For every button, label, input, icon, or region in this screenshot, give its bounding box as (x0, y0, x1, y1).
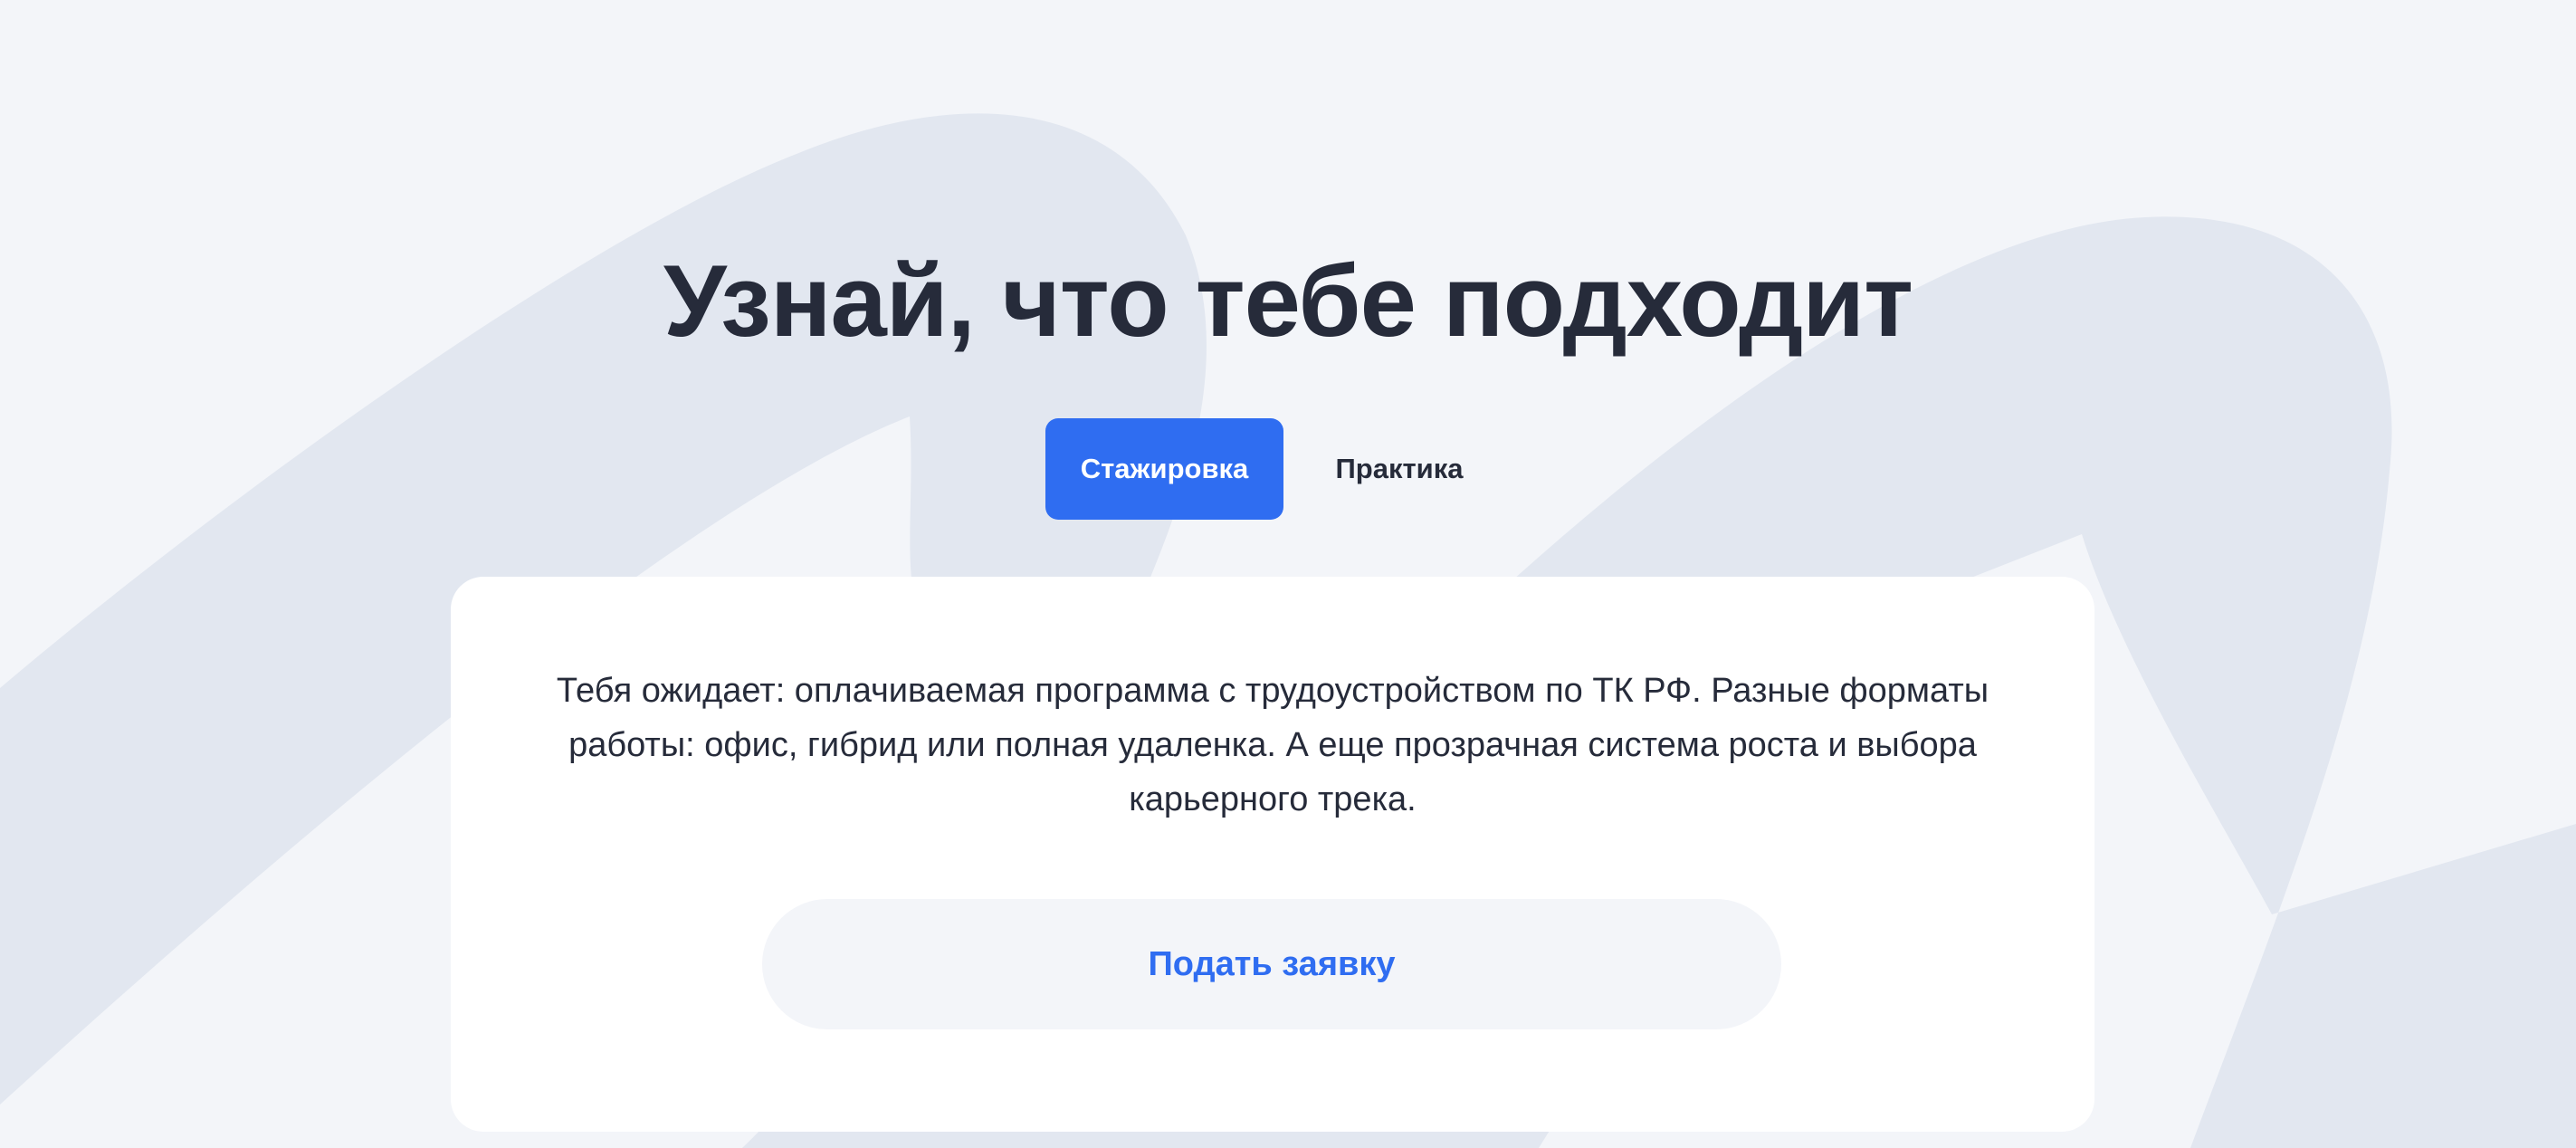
tab-practice[interactable]: Практика (1283, 418, 1515, 520)
tab-switch: Стажировка Практика (1045, 418, 1515, 520)
info-card: Тебя ожидает: оплачиваемая программа с т… (451, 577, 2094, 1132)
page-title: Узнай, что тебе подходит (663, 244, 1913, 358)
tab-internship[interactable]: Стажировка (1045, 418, 1283, 520)
card-description: Тебя ожидает: оплачиваемая программа с т… (556, 672, 1989, 818)
apply-button[interactable]: Подать заявку (762, 899, 1781, 1029)
